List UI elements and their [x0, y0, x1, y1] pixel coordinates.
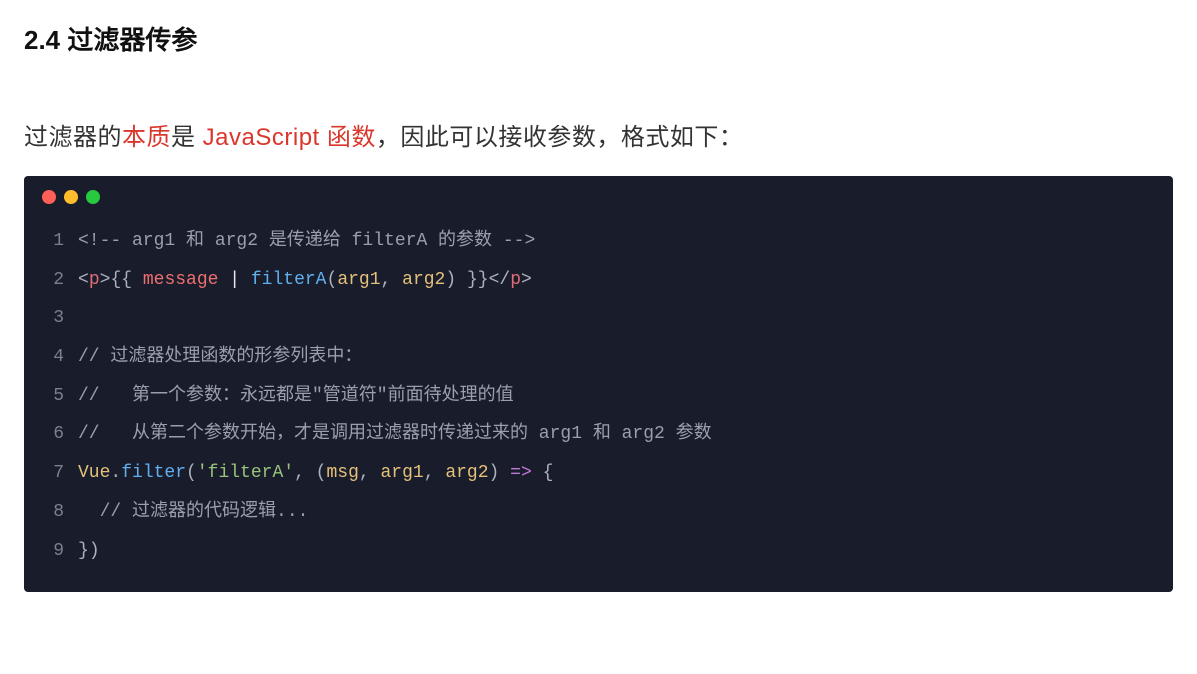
close-dot-icon [42, 190, 56, 204]
line-number: 7 [42, 454, 64, 493]
mustache-close: }} [456, 270, 488, 290]
code-block: 1 <!-- arg1 和 arg2 是传递给 filterA 的参数 --> … [24, 176, 1173, 592]
paren: ) [445, 270, 456, 290]
code-line-9: 9 }) [42, 532, 1155, 571]
line-number: 8 [42, 493, 64, 532]
intro-text-1: 过滤器的 [24, 124, 122, 151]
comma: , [294, 463, 316, 483]
code-line-5: 5 // 第一个参数：永远都是"管道符"前面待处理的值 [42, 377, 1155, 416]
filter-name: filterA [251, 270, 327, 290]
intro-text-2: 是 [171, 124, 203, 151]
code-line-8: 8 // 过滤器的代码逻辑... [42, 493, 1155, 532]
code-comment: // 过滤器的代码逻辑... [100, 502, 309, 522]
paren: ( [316, 463, 327, 483]
tag-bracket: < [78, 270, 89, 290]
line-number: 4 [42, 338, 64, 377]
code-line-1: 1 <!-- arg1 和 arg2 是传递给 filterA 的参数 --> [42, 222, 1155, 261]
line-number: 5 [42, 377, 64, 416]
code-content: }) [78, 532, 100, 571]
line-number: 6 [42, 415, 64, 454]
comma: , [381, 270, 403, 290]
paren: ( [186, 463, 197, 483]
line-number: 9 [42, 532, 64, 571]
intro-emphasis-1: 本质 [122, 124, 171, 151]
line-number: 1 [42, 222, 64, 261]
code-content: // 过滤器的代码逻辑... [78, 493, 308, 532]
intro-text-3: ，因此可以接收参数，格式如下： [376, 124, 744, 151]
minimize-dot-icon [64, 190, 78, 204]
method: filter [121, 463, 186, 483]
code-content: Vue.filter('filterA', (msg, arg1, arg2) … [78, 454, 553, 493]
section-heading: 2.4 过滤器传参 [24, 20, 1173, 57]
param: arg1 [337, 270, 380, 290]
indent [78, 502, 100, 522]
code-content: <p>{{ message | filterA(arg1, arg2) }}</… [78, 261, 532, 300]
brace: } [78, 541, 89, 561]
code-line-6: 6 // 从第二个参数开始，才是调用过滤器时传递过来的 arg1 和 arg2 … [42, 415, 1155, 454]
window-traffic-lights [24, 190, 1173, 222]
code-comment: <!-- arg1 和 arg2 是传递给 filterA 的参数 --> [78, 222, 535, 261]
paren: ( [327, 270, 338, 290]
code-line-7: 7 Vue.filter('filterA', (msg, arg1, arg2… [42, 454, 1155, 493]
string: 'filterA' [197, 463, 294, 483]
intro-emphasis-2: JavaScript 函数 [203, 124, 376, 151]
comma: , [359, 463, 381, 483]
param: arg2 [445, 463, 488, 483]
paren: ) [489, 463, 500, 483]
param: arg1 [381, 463, 424, 483]
code-comment: // 从第二个参数开始，才是调用过滤器时传递过来的 arg1 和 arg2 参数 [78, 415, 712, 454]
tag-name: p [510, 270, 521, 290]
line-number: 2 [42, 261, 64, 300]
code-line-2: 2 <p>{{ message | filterA(arg1, arg2) }}… [42, 261, 1155, 300]
code-comment: // 过滤器处理函数的形参列表中： [78, 338, 362, 377]
param: arg2 [402, 270, 445, 290]
param: msg [326, 463, 358, 483]
line-number: 3 [42, 299, 64, 338]
variable: message [143, 270, 219, 290]
intro-paragraph: 过滤器的本质是 JavaScript 函数，因此可以接收参数，格式如下： [24, 117, 1173, 152]
dot: . [110, 463, 121, 483]
maximize-dot-icon [86, 190, 100, 204]
code-lines: 1 <!-- arg1 和 arg2 是传递给 filterA 的参数 --> … [24, 222, 1173, 570]
tag-bracket: > [100, 270, 111, 290]
code-comment: // 第一个参数：永远都是"管道符"前面待处理的值 [78, 377, 514, 416]
tag-bracket: > [521, 270, 532, 290]
paren: ) [89, 541, 100, 561]
pipe-operator: | [218, 270, 250, 290]
mustache-open: {{ [110, 270, 142, 290]
code-line-3: 3 [42, 299, 1155, 338]
arrow: => [499, 463, 542, 483]
brace: { [543, 463, 554, 483]
object: Vue [78, 463, 110, 483]
tag-bracket: </ [489, 270, 511, 290]
tag-name: p [89, 270, 100, 290]
code-line-4: 4 // 过滤器处理函数的形参列表中： [42, 338, 1155, 377]
comma: , [424, 463, 446, 483]
